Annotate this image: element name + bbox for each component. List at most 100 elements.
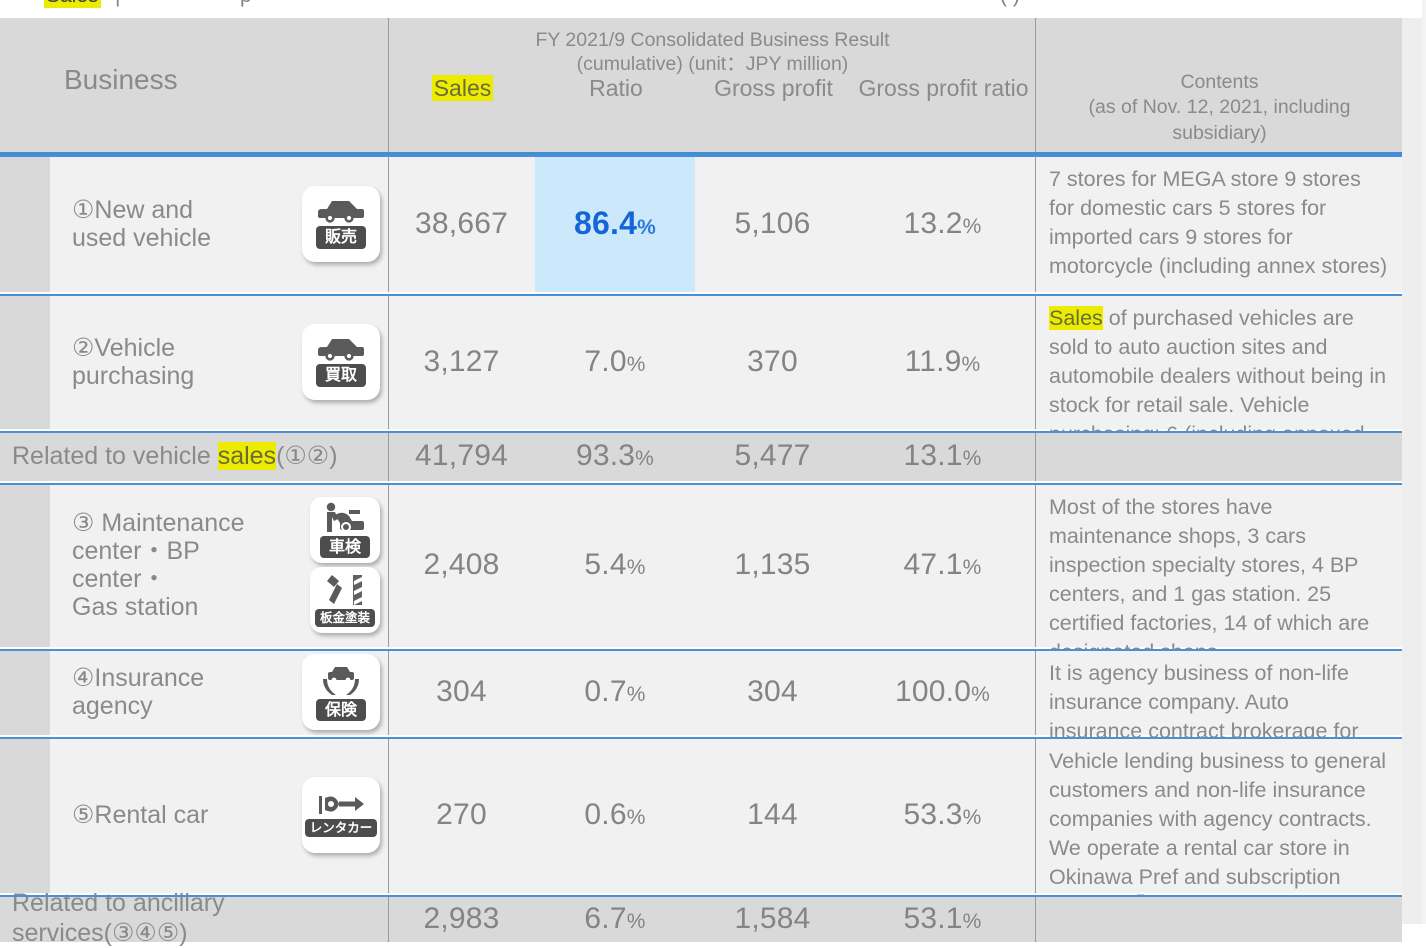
ratio-percent-sign: %	[626, 352, 646, 376]
ratio-cell: 5.4%	[535, 483, 695, 647]
header-group-line2: (cumulative) (unit：JPY million)	[576, 53, 849, 76]
gross-profit-value: 1,135	[734, 548, 811, 581]
title-right: ( )	[1000, 0, 1020, 8]
header-business-label: Business	[64, 64, 178, 95]
column-divider	[1035, 431, 1036, 481]
column-divider	[1035, 649, 1036, 735]
gross-profit-ratio-value: 47.1%	[903, 548, 982, 581]
table-row: ①New and used vehicle 販売 38,667 86.4% 5,106 13…	[0, 155, 1402, 292]
subtotal-gross-profit-ratio-value: 53.1%	[903, 901, 982, 935]
gross-profit-ratio-value: 13.2%	[903, 206, 982, 240]
subtotal-label: Related to vehicle sales(①②)	[12, 442, 338, 470]
sales-value: 2,408	[423, 548, 500, 581]
gross-profit-value: 144	[747, 798, 798, 831]
row-icons: 車検 板金塗装	[310, 483, 380, 647]
insurance-icon-caption: 保険	[315, 698, 366, 722]
subtotal-sales-value: 2,983	[423, 901, 500, 935]
contents-cell: Most of the stores have maintenance shop…	[1035, 483, 1402, 664]
header-col-gross-profit-ratio: Gross profit ratio	[858, 75, 1029, 101]
column-divider	[388, 649, 389, 735]
business-cell: ①New and used vehicle 販売	[50, 155, 388, 292]
row-left-gutter	[0, 649, 50, 735]
table-row: ⑤Rental car レンタカー 270 0.6% 144 53.3% Vehicle l…	[0, 737, 1402, 918]
sales-value: 3,127	[423, 344, 500, 378]
column-divider	[388, 737, 389, 893]
subtotal-label: Related to ancillary services(③④⑤)	[12, 889, 225, 947]
subtotal-contents-cell	[1035, 895, 1402, 942]
gross-profit-ratio-cell: 100.0%	[850, 649, 1035, 735]
gross-profit-ratio-percent-sign: %	[962, 214, 982, 238]
table-row: ②Vehicle purchasing 買取 3,127 7.0% 370 11.9% Sa…	[0, 294, 1402, 475]
ratio-percent-sign: %	[626, 556, 646, 579]
row-divider	[0, 155, 1402, 157]
row-icons: 販売	[302, 155, 380, 292]
sales-cell: 38,667	[388, 155, 535, 292]
gross-profit-cell: 144	[695, 737, 850, 893]
subtotal-ratio-value: 93.3%	[575, 439, 655, 472]
business-label: ③ Maintenance center・BP center・ Gas stati…	[72, 509, 245, 621]
gross-profit-value: 304	[747, 675, 798, 708]
title-mid: p	[240, 0, 252, 8]
ratio-percent-sign: %	[626, 683, 646, 706]
title-divider: |	[115, 0, 120, 8]
gross-profit-cell: 5,106	[695, 155, 850, 292]
column-divider	[388, 294, 389, 429]
column-divider	[388, 431, 389, 481]
business-label: ④Insurance agency	[72, 664, 205, 720]
car-sales-icon: 販売	[302, 185, 380, 262]
subtotal-gross-profit-value: 5,477	[734, 439, 811, 472]
business-cell: ②Vehicle purchasing 買取	[50, 294, 388, 429]
column-divider	[1035, 483, 1036, 647]
subtotal-label-highlight: sales	[217, 442, 277, 470]
subtotal-gross-profit-value: 1,584	[734, 901, 811, 935]
sales-cell: 304	[388, 649, 535, 735]
ratio-cell: 0.6%	[535, 737, 695, 893]
subtotal-label-cell: Related to ancillary services(③④⑤)	[0, 889, 388, 947]
ratio-value: 0.7%	[584, 675, 646, 708]
contents-text: 7 stores for MEGA store 9 stores for dom…	[1049, 167, 1388, 279]
subtotal-gross-profit-cell: 5,477	[695, 431, 850, 481]
subtotal-sales-value: 41,794	[415, 439, 508, 472]
gross-profit-ratio-cell: 13.2%	[850, 155, 1035, 292]
gross-profit-ratio-value: 11.9%	[904, 344, 981, 378]
gross-profit-cell: 1,135	[695, 483, 850, 647]
row-left-gutter	[0, 483, 50, 647]
business-results-table: Business FY 2021/9 Consolidated Business…	[0, 18, 1402, 947]
subtotal-row: Related to vehicle sales(①②) 41,794 93.3% 5…	[0, 431, 1402, 481]
gross-profit-ratio-percent-sign: %	[971, 683, 990, 706]
business-label: ⑤Rental car	[72, 801, 209, 829]
business-label: ①New and used vehicle	[72, 195, 211, 252]
column-divider	[1035, 155, 1036, 292]
row-icons: 買取	[302, 294, 380, 429]
ratio-value: 86.4%	[574, 205, 656, 241]
ratio-percent-sign: %	[626, 806, 646, 829]
row-icons: 保険	[302, 649, 380, 735]
header-contents-line2: (as of Nov. 12, 2021, including	[1088, 96, 1351, 119]
column-divider	[1035, 294, 1036, 429]
body-paint-icon-caption: 板金塗装	[314, 608, 375, 628]
ratio-cell: 86.4%	[535, 155, 695, 292]
ratio-cell: 0.7%	[535, 649, 695, 735]
header-group-line1: FY 2021/9 Consolidated Business Result	[535, 29, 890, 51]
gross-profit-ratio-percent-sign: %	[962, 556, 982, 579]
row-divider	[0, 737, 1402, 739]
gross-profit-value: 5,106	[734, 206, 811, 240]
table-header: Business FY 2021/9 Consolidated Business…	[0, 18, 1402, 155]
sales-cell: 270	[388, 737, 535, 893]
table-row: ③ Maintenance center・BP center・ Gas stati…	[0, 483, 1402, 664]
gross-profit-ratio-percent-sign: %	[961, 352, 981, 376]
contents-text: Most of the stores have maintenance shop…	[1049, 495, 1370, 664]
ratio-percent-sign: %	[637, 216, 656, 239]
slide-table-page: Sales | p ( ) Business FY 2021/9 Consoli…	[0, 0, 1426, 947]
subtotal-gross-profit-ratio-value: 13.1%	[903, 439, 982, 472]
rental-car-key-icon-caption: レンタカー	[304, 818, 378, 838]
table-row: ④Insurance agency 保険 304 0.7% 304 100.0% It is…	[0, 649, 1402, 772]
row-divider	[0, 431, 1402, 433]
business-cell: ⑤Rental car レンタカー	[50, 737, 388, 893]
contents-highlight: Sales	[1049, 306, 1103, 330]
header-contents-label: Contents (as of Nov. 12, 2021, including…	[1036, 70, 1403, 146]
subtotal-gross-profit-ratio-cell: 53.1%	[850, 895, 1035, 942]
car-purchase-icon-caption: 買取	[315, 364, 366, 387]
sales-cell: 3,127	[388, 294, 535, 429]
ratio-value: 7.0%	[584, 344, 646, 378]
